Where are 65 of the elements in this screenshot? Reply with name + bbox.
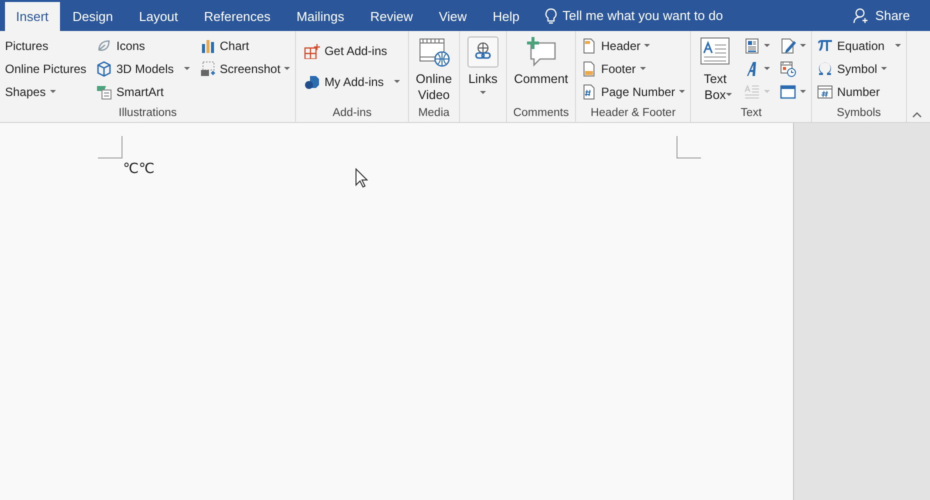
ribbon-button[interactable]: Screenshot xyxy=(198,57,292,80)
number-box-icon xyxy=(817,84,834,100)
cube-icon xyxy=(96,60,112,76)
link-icon xyxy=(466,36,499,68)
share-button[interactable]: Share xyxy=(853,0,910,31)
ribbon-button[interactable]: Number xyxy=(815,80,903,103)
ribbon-tab[interactable]: Layout xyxy=(126,2,192,31)
shapes-icon xyxy=(304,74,320,90)
group-label: Comments xyxy=(512,106,570,121)
ribbon-button[interactable]: Header xyxy=(579,34,688,57)
tell-me-search[interactable]: Tell me what you want to do xyxy=(544,0,723,31)
ribbon-tab[interactable]: Mailings xyxy=(284,2,358,31)
ribbon-button[interactable]: Symbol xyxy=(815,57,903,80)
ribbon-tab[interactable]: References xyxy=(191,2,284,31)
person-icon xyxy=(853,8,870,24)
ribbon-button[interactable]: Shapes xyxy=(3,80,88,103)
ribbon-button[interactable]: Get Add-ins xyxy=(302,39,402,62)
page-number-icon xyxy=(581,84,598,100)
group-label: Illustrations xyxy=(118,106,178,121)
omega-icon xyxy=(817,60,834,76)
group-label: Text xyxy=(740,106,763,121)
leaf-icon xyxy=(96,38,112,54)
ribbon-button[interactable]: Page Number xyxy=(579,80,688,103)
ribbon-button[interactable]: 3D Models xyxy=(94,57,192,80)
ribbon-button[interactable]: Footer xyxy=(579,57,688,80)
group-label: Header & Footer xyxy=(590,106,677,121)
ribbon-button[interactable]: Comment xyxy=(510,34,572,87)
drop-cap-icon xyxy=(744,84,760,100)
bar-chart-icon xyxy=(200,38,216,54)
comment-plus-icon xyxy=(525,36,558,68)
ribbon-tab[interactable]: Review xyxy=(357,2,426,31)
signature-pen-icon xyxy=(780,38,796,54)
ribbon-button[interactable]: Text Box xyxy=(694,34,736,97)
ribbon-button[interactable]: Pictures xyxy=(3,34,88,57)
smartart-icon xyxy=(96,84,112,100)
mouse-pointer-icon xyxy=(355,168,368,188)
margin-corner-icon xyxy=(676,136,701,159)
page-header-icon xyxy=(581,38,598,54)
ribbon-button[interactable]: Icons xyxy=(94,34,192,57)
group-label: Media xyxy=(417,106,451,121)
ribbon-button[interactable]: SmartArt xyxy=(94,80,192,103)
ribbon-tab[interactable]: Help xyxy=(480,2,533,31)
camera-icon xyxy=(200,60,216,76)
collapse-icon[interactable] xyxy=(912,112,922,118)
margin-corner-icon xyxy=(98,136,123,159)
ribbon-button[interactable]: Equation xyxy=(815,34,903,57)
group-label: Add-ins xyxy=(332,106,373,121)
ribbon-button[interactable]: My Add-ins xyxy=(302,70,402,93)
quick-parts-icon xyxy=(744,38,760,54)
window-icon xyxy=(780,84,796,100)
pi-icon xyxy=(817,38,834,54)
grid-plus-icon xyxy=(304,42,320,58)
ribbon-tab[interactable]: View xyxy=(426,2,480,31)
film-globe-icon xyxy=(418,36,450,68)
ribbon-button[interactable]: Links xyxy=(462,34,503,95)
page-footer-icon xyxy=(581,60,598,76)
ribbon-tab[interactable]: Insert xyxy=(5,2,60,31)
calendar-clock-icon xyxy=(780,60,796,76)
group-label: Symbols xyxy=(836,106,882,121)
ribbon-tab[interactable]: Design xyxy=(60,2,126,31)
lightbulb-icon xyxy=(544,8,557,24)
ribbon-button[interactable]: Online Video xyxy=(412,34,456,103)
ribbon-button[interactable]: Online Pictures xyxy=(3,57,88,80)
ribbon-button[interactable]: Chart xyxy=(198,34,292,57)
document-text: ℃℃ xyxy=(123,160,154,179)
